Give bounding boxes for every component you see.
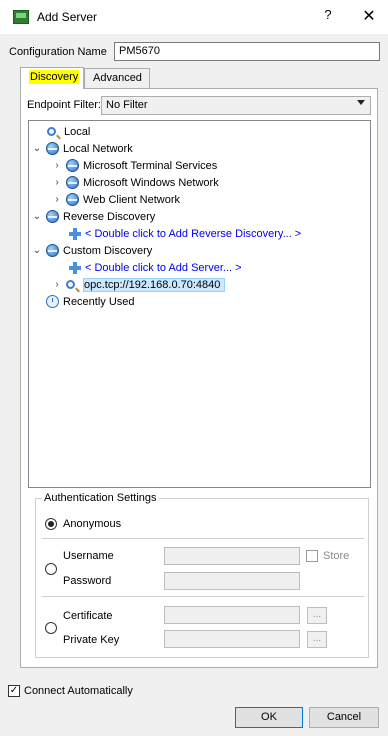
search-icon	[47, 127, 56, 136]
private-key-label: Private Key	[63, 634, 120, 646]
collapse-chevron-icon[interactable]: ›	[52, 194, 62, 205]
tree-item-label: Microsoft Windows Network	[83, 176, 219, 189]
tree-item-label: Reverse Discovery	[63, 210, 156, 223]
tree-item-add-reverse[interactable]: < Double click to Add Reverse Discovery.…	[69, 225, 301, 242]
auth-settings-legend: Authentication Settings	[42, 492, 159, 504]
expand-chevron-icon[interactable]: ⌄	[32, 143, 42, 154]
anonymous-radio[interactable]	[45, 518, 57, 530]
tab-advanced[interactable]: Advanced	[84, 68, 150, 88]
help-button[interactable]: ?	[318, 7, 338, 27]
window-title: Add Server	[37, 10, 98, 24]
password-input[interactable]	[164, 572, 300, 590]
collapse-chevron-icon[interactable]: ›	[52, 160, 62, 171]
close-button[interactable]: ✕	[358, 6, 380, 28]
tree-item-label: Local	[64, 125, 91, 138]
tree-item-label: < Double click to Add Reverse Discovery.…	[85, 227, 302, 240]
username-label: Username	[63, 550, 114, 562]
ok-button[interactable]: OK	[235, 707, 303, 728]
tree-item-label: < Double click to Add Server... >	[85, 261, 242, 274]
connect-automatically-checkbox[interactable]: ✓	[8, 685, 20, 697]
tree-item-local[interactable]: Local	[47, 123, 90, 140]
tree-item-web-client[interactable]: › Web Client Network	[52, 191, 180, 208]
certificate-radio[interactable]	[45, 622, 57, 634]
divider	[42, 538, 364, 539]
config-name-label: Configuration Name	[9, 46, 107, 58]
config-name-input[interactable]: PM5670	[114, 42, 380, 61]
tree-item-reverse-discovery[interactable]: ⌄ Reverse Discovery	[32, 208, 155, 225]
tree-item-custom-discovery[interactable]: ⌄ Custom Discovery	[32, 242, 152, 259]
private-key-browse-button[interactable]: ...	[307, 631, 327, 648]
certificate-label: Certificate	[63, 610, 113, 622]
private-key-input[interactable]	[164, 630, 300, 648]
tree-item-label: Recently Used	[63, 295, 135, 308]
connect-automatically-label: Connect Automatically	[24, 685, 133, 697]
expand-chevron-icon[interactable]: ⌄	[32, 245, 42, 256]
expand-chevron-icon[interactable]: ⌄	[32, 211, 42, 222]
collapse-chevron-icon[interactable]: ›	[52, 279, 62, 290]
app-icon	[13, 10, 29, 24]
tree-item-label: Custom Discovery	[63, 244, 153, 257]
tree-item-label: Web Client Network	[83, 193, 180, 206]
endpoint-filter-select[interactable]: No Filter	[101, 96, 371, 115]
network-globe-icon	[46, 210, 59, 223]
network-globe-icon	[46, 142, 59, 155]
tree-item-label: Local Network	[63, 142, 133, 155]
tree-item-label: Microsoft Terminal Services	[83, 159, 218, 172]
add-plus-icon	[69, 227, 81, 240]
username-radio[interactable]	[45, 563, 57, 575]
tab-discovery-label: Discovery	[29, 70, 80, 84]
clock-icon	[46, 295, 59, 308]
network-globe-icon	[66, 176, 79, 189]
tree-item-ms-windows[interactable]: › Microsoft Windows Network	[52, 174, 219, 191]
endpoint-filter-label: Endpoint Filter:	[27, 99, 101, 111]
server-tree[interactable]: Local ⌄ Local Network › Microsoft Termin…	[28, 120, 371, 488]
tab-discovery[interactable]: Discovery	[20, 67, 84, 89]
cancel-button[interactable]: Cancel	[309, 707, 379, 728]
certificate-browse-button[interactable]: ...	[307, 607, 327, 624]
anonymous-label: Anonymous	[63, 518, 122, 530]
username-input[interactable]	[164, 547, 300, 565]
tree-item-add-server[interactable]: < Double click to Add Server... >	[69, 259, 242, 276]
certificate-input[interactable]	[164, 606, 300, 624]
store-label: Store	[323, 550, 350, 562]
add-plus-icon	[69, 261, 81, 274]
store-checkbox[interactable]	[306, 550, 318, 562]
chevron-down-icon[interactable]	[357, 100, 365, 105]
tree-item-label: opc.tcp://192.168.0.70:4840	[83, 277, 226, 292]
collapse-chevron-icon[interactable]: ›	[52, 177, 62, 188]
password-label: Password	[63, 575, 112, 587]
tree-item-recently-used[interactable]: Recently Used	[46, 293, 135, 310]
network-globe-icon	[66, 159, 79, 172]
tree-item-ms-terminal[interactable]: › Microsoft Terminal Services	[52, 157, 217, 174]
network-globe-icon	[46, 244, 59, 257]
tree-item-local-network[interactable]: ⌄ Local Network	[32, 140, 133, 157]
search-icon	[66, 280, 75, 289]
divider	[42, 596, 364, 597]
tree-item-opc-server[interactable]: › opc.tcp://192.168.0.70:4840	[52, 276, 226, 293]
network-globe-icon	[66, 193, 79, 206]
